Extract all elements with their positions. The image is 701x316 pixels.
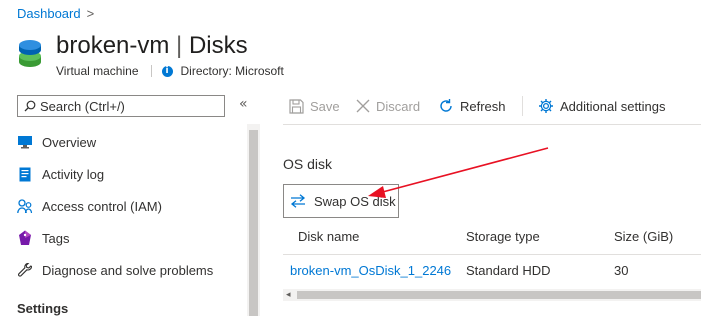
subtitle-divider <box>150 65 152 77</box>
search-placeholder: Search (Ctrl+/) <box>40 98 125 114</box>
sidebar-item-label: Tags <box>42 230 70 246</box>
sidebar-item-label: Diagnose and solve problems <box>42 262 214 278</box>
size-cell: 30 <box>614 263 629 278</box>
sidebar-item-tags[interactable]: Tags <box>17 226 69 250</box>
sidebar-item-activity-log[interactable]: Activity log <box>17 162 104 186</box>
resource-subtitle: Virtual machine i Directory: Microsoft <box>56 64 284 78</box>
monitor-icon <box>17 134 33 150</box>
sidebar-item-diagnose[interactable]: Diagnose and solve problems <box>17 258 213 282</box>
swap-os-disk-button[interactable]: Swap OS disk <box>283 184 399 218</box>
search-icon <box>24 100 36 112</box>
sidebar-section-settings: Settings <box>17 301 69 316</box>
os-disk-heading: OS disk <box>283 156 333 172</box>
wrench-icon <box>17 262 33 278</box>
directory-label: Directory: Microsoft <box>180 64 284 78</box>
page-name: Disks <box>188 32 248 59</box>
additional-settings-button[interactable]: Additional settings <box>538 96 666 116</box>
collapse-sidebar-button[interactable]: « <box>239 96 248 112</box>
sidebar-scrollbar[interactable] <box>247 124 260 316</box>
save-label: Save <box>310 98 340 114</box>
close-icon <box>356 99 370 113</box>
people-icon <box>17 198 33 214</box>
gear-icon <box>539 99 553 113</box>
storage-type-cell: Standard HDD <box>466 263 551 278</box>
table-horizontal-scrollbar[interactable]: ◂ <box>283 289 701 301</box>
resource-type: Virtual machine <box>56 64 139 78</box>
title-separator: | <box>176 32 183 59</box>
sidebar-item-label: Activity log <box>42 166 105 182</box>
additional-settings-label: Additional settings <box>560 98 666 114</box>
swap-os-disk-label: Swap OS disk <box>314 193 396 209</box>
save-button[interactable]: Save <box>289 96 340 116</box>
sidebar-item-label: Overview <box>42 134 97 150</box>
discard-button[interactable]: Discard <box>356 96 420 116</box>
sidebar-item-label: Access control (IAM) <box>42 198 162 214</box>
log-icon <box>17 166 33 182</box>
search-input[interactable]: Search (Ctrl+/) <box>17 95 225 117</box>
page-title: broken-vm | Disks <box>56 32 248 60</box>
save-icon <box>289 98 304 114</box>
resource-name: broken-vm <box>56 32 170 59</box>
sidebar-item-overview[interactable]: Overview <box>17 130 96 154</box>
refresh-button[interactable]: Refresh <box>438 96 506 116</box>
sidebar-item-access-control[interactable]: Access control (IAM) <box>17 194 162 218</box>
toolbar-separator <box>283 124 701 125</box>
breadcrumb: Dashboard > <box>17 6 94 21</box>
discard-label: Discard <box>376 98 421 114</box>
virtual-machine-icon <box>19 40 41 67</box>
refresh-label: Refresh <box>460 98 506 114</box>
scroll-left-icon[interactable]: ◂ <box>286 289 291 301</box>
sidebar-scrollbar-thumb[interactable] <box>249 130 258 316</box>
swap-icon <box>290 194 306 208</box>
column-header-size[interactable]: Size (GiB) <box>614 229 673 244</box>
info-icon: i <box>161 65 173 77</box>
chevron-right-icon: > <box>86 6 95 21</box>
tag-icon <box>17 230 33 246</box>
refresh-icon <box>440 99 452 112</box>
table-scrollbar-thumb[interactable] <box>297 291 701 299</box>
table-header-divider <box>283 254 701 255</box>
column-header-disk-name[interactable]: Disk name <box>298 229 359 244</box>
toolbar-divider <box>522 96 523 116</box>
disk-name-link[interactable]: broken-vm_OsDisk_1_2246d <box>290 263 451 278</box>
breadcrumb-dashboard-link[interactable]: Dashboard <box>17 6 81 21</box>
column-header-storage-type[interactable]: Storage type <box>466 229 540 244</box>
